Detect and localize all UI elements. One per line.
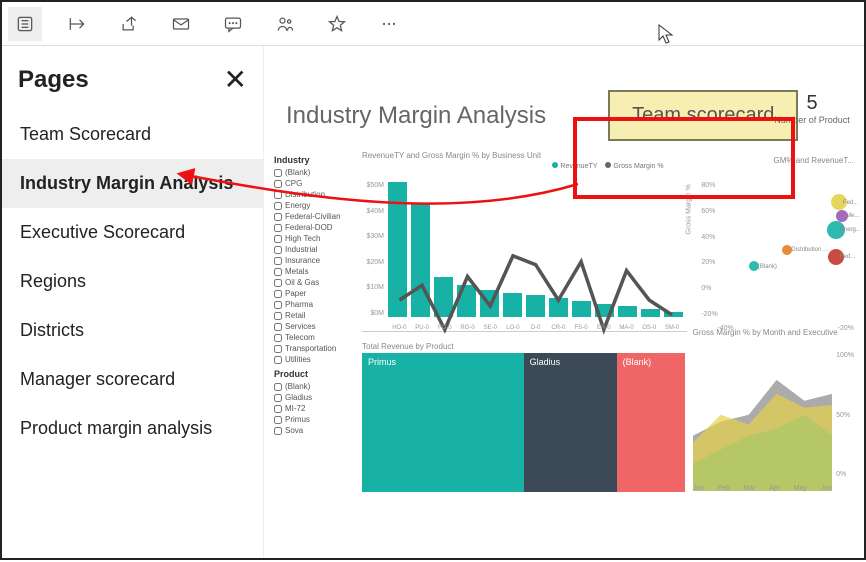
menu-icon[interactable]	[8, 7, 42, 41]
more-icon[interactable]	[372, 7, 406, 41]
industry-filter-item[interactable]: Telecom	[274, 332, 356, 343]
treemap-cell-gladius[interactable]: Gladius	[524, 353, 617, 492]
industry-filter-item[interactable]: Services	[274, 321, 356, 332]
scatter-ylabel: Gross Margin %	[686, 184, 693, 234]
kpi-value: 5	[774, 92, 850, 115]
industry-filter-item[interactable]: Federal-Civilian	[274, 211, 356, 222]
treemap-chart[interactable]: Primus Gladius (Blank)	[362, 353, 685, 492]
pages-sidebar: Pages ✕ Team Scorecard Industry Margin A…	[2, 46, 264, 558]
report-canvas: 5 Number of Product Industry Margin Anal…	[264, 46, 864, 558]
expand-icon[interactable]	[60, 7, 94, 41]
page-item-product-margin[interactable]: Product margin analysis	[2, 404, 263, 453]
industry-filter-item[interactable]: Industrial	[274, 244, 356, 255]
industry-filter-item[interactable]: Energy	[274, 200, 356, 211]
page-item-industry-margin[interactable]: Industry Margin Analysis	[2, 159, 263, 208]
page-item-executive-scorecard[interactable]: Executive Scorecard	[2, 208, 263, 257]
scatter-title: GM% and RevenueT...	[774, 156, 854, 165]
product-filter-item[interactable]: Sova	[274, 425, 356, 436]
legend-revenue: RevenueTY	[552, 162, 597, 170]
close-icon[interactable]: ✕	[224, 66, 247, 94]
industry-filter-label: Industry	[274, 155, 356, 165]
teams-icon[interactable]	[268, 7, 302, 41]
product-filter-item[interactable]: MI-72	[274, 403, 356, 414]
page-item-manager-scorecard[interactable]: Manager scorecard	[2, 355, 263, 404]
industry-filter-item[interactable]: (Blank)	[274, 167, 356, 178]
product-filter-item[interactable]: Primus	[274, 414, 356, 425]
industry-filter-item[interactable]: Pharma	[274, 299, 356, 310]
scatter-chart[interactable]: GM% and RevenueT... Gross Margin % 80%60…	[691, 170, 854, 332]
mail-icon[interactable]	[164, 7, 198, 41]
industry-filter-item[interactable]: Paper	[274, 288, 356, 299]
treemap-cell-primus[interactable]: Primus	[362, 353, 524, 492]
share-icon[interactable]	[112, 7, 146, 41]
combo-chart[interactable]: $50M$40M$30M$20M$10M$0M HO-0PU-0FO-0RO-0…	[362, 170, 687, 332]
industry-filter-item[interactable]: High Tech	[274, 233, 356, 244]
area-title: Gross Margin % by Month and Executive	[693, 328, 838, 337]
report-title: Industry Margin Analysis	[286, 102, 546, 130]
industry-filter-item[interactable]: Metals	[274, 266, 356, 277]
page-item-regions[interactable]: Regions	[2, 257, 263, 306]
industry-filter-item[interactable]: Insurance	[274, 255, 356, 266]
top-toolbar	[2, 2, 864, 46]
kpi-card: 5 Number of Product	[774, 92, 850, 125]
page-item-districts[interactable]: Districts	[2, 306, 263, 355]
industry-filter-item[interactable]: CPG	[274, 178, 356, 189]
industry-filter-item[interactable]: Distribution	[274, 189, 356, 200]
treemap-cell-blank[interactable]: (Blank)	[617, 353, 685, 492]
kpi-label: Number of Product	[774, 115, 850, 125]
page-item-team-scorecard[interactable]: Team Scorecard	[2, 110, 263, 159]
filters-panel: Industry (Blank)CPGDistributionEnergyFed…	[274, 151, 356, 492]
star-icon[interactable]	[320, 7, 354, 41]
area-chart[interactable]: Gross Margin % by Month and Executive 10…	[693, 342, 854, 492]
sidebar-title: Pages	[18, 66, 89, 94]
industry-filter-item[interactable]: Retail	[274, 310, 356, 321]
industry-filter-item[interactable]: Utilities	[274, 354, 356, 365]
chat-icon[interactable]	[216, 7, 250, 41]
industry-filter-item[interactable]: Transportation	[274, 343, 356, 354]
industry-filter-item[interactable]: Federal-DOD	[274, 222, 356, 233]
product-filter-item[interactable]: (Blank)	[274, 381, 356, 392]
product-filter-label: Product	[274, 369, 356, 379]
industry-filter-item[interactable]: Oil & Gas	[274, 277, 356, 288]
team-scorecard-button[interactable]: Team scorecard	[608, 90, 798, 141]
product-filter-item[interactable]: Gladius	[274, 392, 356, 403]
legend-margin: Gross Margin %	[605, 162, 663, 170]
